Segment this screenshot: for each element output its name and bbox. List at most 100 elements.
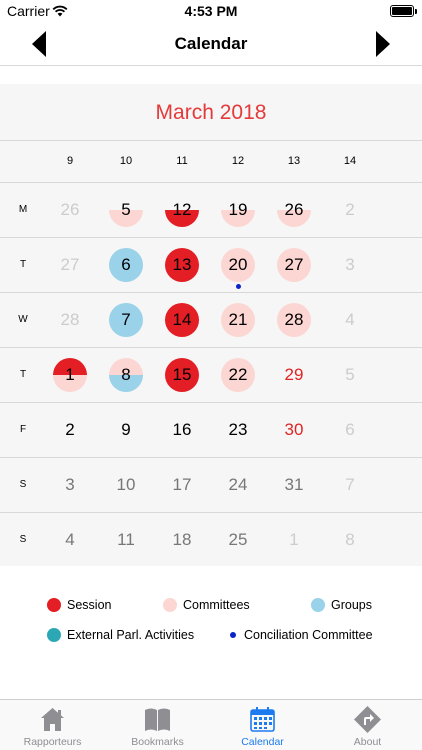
day-number: 1 (65, 365, 75, 384)
calendar-day[interactable]: 3 (333, 248, 367, 282)
day-number: 15 (172, 365, 192, 384)
calendar-icon (250, 707, 275, 732)
calendar-day[interactable]: 27 (277, 248, 311, 282)
calendar-day[interactable]: 8 (333, 523, 367, 557)
weekday-label: S (19, 479, 27, 490)
calendar-day[interactable]: 22 (221, 358, 255, 392)
calendar-day[interactable]: 14 (165, 303, 199, 337)
legend-session: Session (47, 598, 111, 612)
calendar-day[interactable]: 28 (53, 303, 87, 337)
calendar-day[interactable]: 30 (277, 413, 311, 447)
day-number: 28 (284, 310, 304, 329)
calendar-day[interactable]: 21 (221, 303, 255, 337)
calendar-day[interactable]: 13 (165, 248, 199, 282)
triangle-right-icon (376, 31, 390, 57)
weekday-label: T (19, 369, 27, 380)
calendar-day[interactable]: 1 (277, 523, 311, 557)
calendar-day[interactable]: 26 (277, 193, 311, 227)
calendar-day-row: S 4 11 18 25 1 8 (0, 513, 422, 568)
legend-groups: Groups (311, 598, 372, 612)
day-number: 5 (345, 365, 355, 384)
conciliation-dot-icon (230, 632, 236, 638)
calendar-day[interactable]: 7 (109, 303, 143, 337)
conciliation-dot-icon (236, 284, 241, 289)
calendar-day[interactable]: 18 (165, 523, 199, 557)
calendar-day-row: F 2 9 16 23 30 6 (0, 403, 422, 458)
groups-dot-icon (311, 598, 325, 612)
day-number: 8 (345, 530, 355, 549)
calendar-day[interactable]: 6 (109, 248, 143, 282)
calendar-day[interactable]: 8 (109, 358, 143, 392)
calendar-day[interactable]: 27 (53, 248, 87, 282)
day-number: 22 (228, 365, 248, 384)
tab-rapporteurs[interactable]: Rapporteurs (0, 700, 105, 750)
day-number: 24 (228, 475, 248, 494)
day-number: 27 (284, 255, 304, 274)
calendar-day[interactable]: 5 (109, 193, 143, 227)
calendar-day[interactable]: 20 (221, 248, 255, 289)
day-number: 2 (345, 200, 355, 219)
book-icon (145, 708, 170, 731)
calendar-day[interactable]: 12 (165, 193, 199, 227)
calendar-day[interactable]: 9 (109, 413, 143, 447)
day-number: 13 (172, 255, 192, 274)
calendar-day[interactable]: 19 (221, 193, 255, 227)
week-number: 14 (343, 155, 357, 167)
tab-about[interactable]: About (315, 700, 420, 750)
calendar-day[interactable]: 17 (165, 468, 199, 502)
week-number: 12 (231, 155, 245, 167)
day-number: 16 (172, 420, 192, 439)
next-month-button[interactable] (368, 29, 398, 59)
calendar-day[interactable]: 28 (277, 303, 311, 337)
legend-conciliation-label: Conciliation Committee (244, 628, 373, 642)
calendar-day[interactable]: 29 (277, 358, 311, 392)
external-dot-icon (47, 628, 61, 642)
calendar-day[interactable]: 24 (221, 468, 255, 502)
day-number: 20 (228, 255, 248, 274)
calendar-day[interactable]: 25 (221, 523, 255, 557)
day-number: 26 (60, 200, 80, 219)
day-number: 21 (228, 310, 248, 329)
day-number: 31 (284, 475, 304, 494)
day-number: 26 (284, 200, 304, 219)
calendar-day[interactable]: 15 (165, 358, 199, 392)
calendar-day[interactable]: 1 (53, 358, 87, 392)
legend-groups-label: Groups (331, 598, 372, 612)
day-number: 2 (65, 420, 75, 439)
day-number: 8 (121, 365, 131, 384)
calendar-day[interactable]: 16 (165, 413, 199, 447)
house-icon (41, 708, 64, 731)
session-dot-icon (47, 598, 61, 612)
calendar-day[interactable]: 2 (53, 413, 87, 447)
day-number: 9 (121, 420, 131, 439)
weekday-label: W (18, 314, 28, 325)
legend-conciliation: Conciliation Committee (226, 628, 373, 642)
directions-sign-icon (354, 706, 381, 733)
calendar-day[interactable]: 6 (333, 413, 367, 447)
day-number: 12 (172, 200, 192, 219)
calendar-day[interactable]: 2 (333, 193, 367, 227)
calendar-day[interactable]: 4 (333, 303, 367, 337)
calendar-day[interactable]: 3 (53, 468, 87, 502)
calendar-day[interactable]: 4 (53, 523, 87, 557)
status-time: 4:53 PM (184, 3, 238, 19)
tab-bookmarks[interactable]: Bookmarks (105, 700, 210, 750)
calendar-day[interactable]: 5 (333, 358, 367, 392)
day-number: 3 (345, 255, 355, 274)
day-number: 30 (284, 420, 304, 439)
calendar-day[interactable]: 31 (277, 468, 311, 502)
tab-calendar-label: Calendar (241, 736, 284, 748)
week-number: 11 (176, 155, 188, 167)
legend-session-label: Session (67, 598, 112, 612)
calendar-day[interactable]: 10 (109, 468, 143, 502)
tab-rapporteurs-label: Rapporteurs (23, 736, 82, 748)
day-number: 14 (172, 310, 192, 329)
tab-calendar[interactable]: Calendar (210, 700, 315, 750)
calendar-day[interactable]: 23 (221, 413, 255, 447)
battery-icon (390, 5, 417, 17)
tab-about-label: About (353, 736, 382, 748)
calendar-day[interactable]: 7 (333, 468, 367, 502)
calendar-day[interactable]: 26 (53, 193, 87, 227)
calendar-day-row: W 28 7 14 21 28 4 (0, 293, 422, 348)
calendar-day[interactable]: 11 (109, 523, 143, 557)
